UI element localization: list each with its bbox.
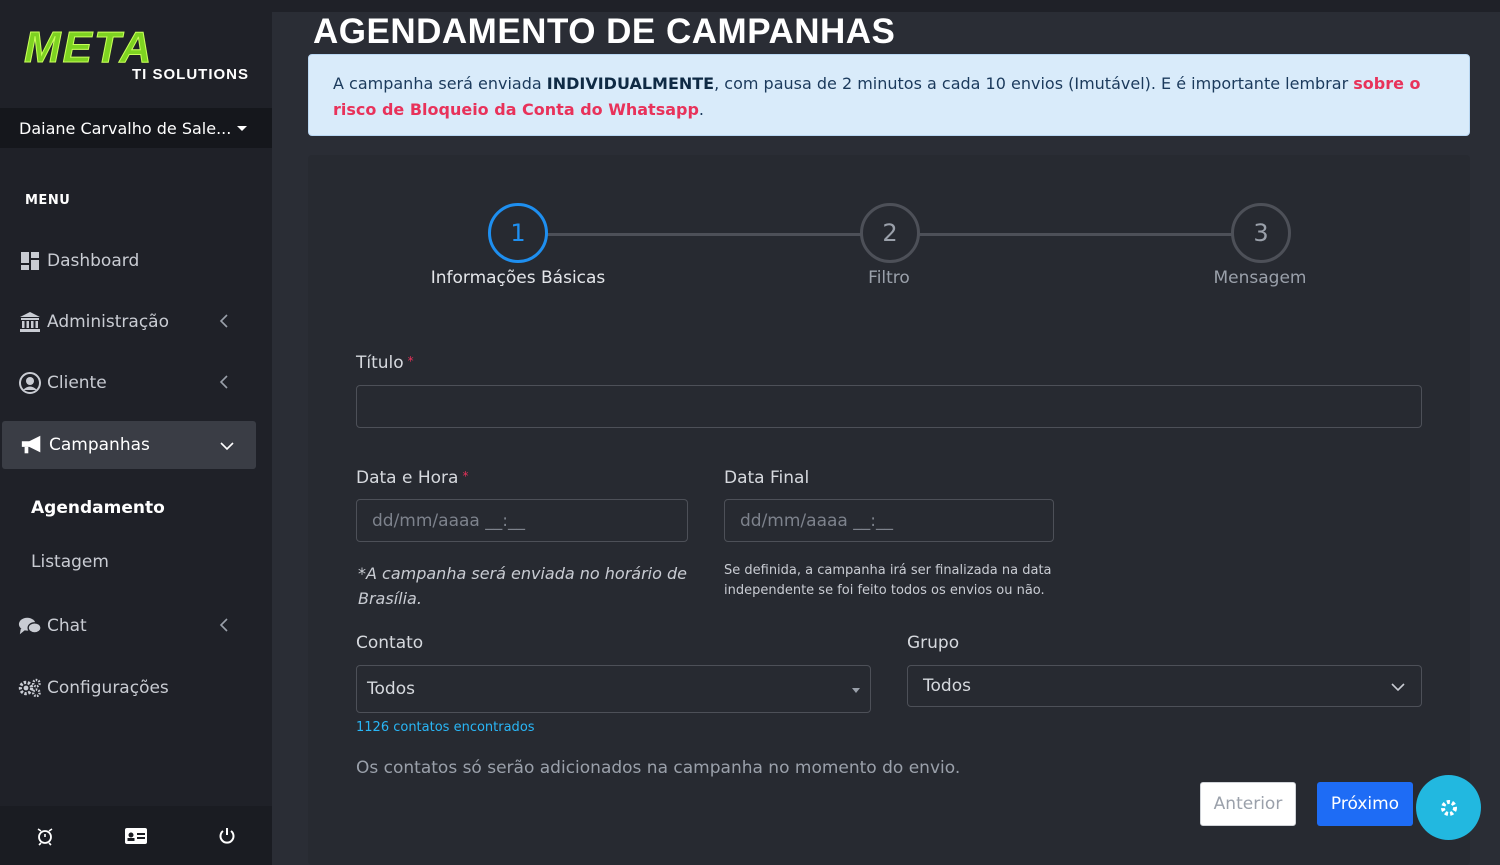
gears-icon	[18, 676, 42, 700]
chevron-left-icon	[219, 314, 228, 328]
brand-logo[interactable]: META TI SOLUTIONS	[20, 23, 255, 98]
top-strip	[272, 0, 1500, 12]
bank-icon	[18, 310, 42, 334]
page-title: AGENDAMENTO DE CAMPANHAS	[313, 12, 896, 51]
alert-text: .	[698, 100, 705, 119]
sidebar-item-label: Campanhas	[49, 435, 150, 455]
sidebar-item-campanhas[interactable]: Campanhas	[2, 421, 256, 469]
data-final-hint: Se definida, a campanha irá ser finaliza…	[724, 563, 1052, 598]
step-connector	[918, 233, 1232, 236]
data-final-label: Data Final	[724, 468, 810, 488]
chevron-left-icon	[219, 375, 228, 389]
power-icon[interactable]	[212, 821, 242, 851]
caret-down-icon	[852, 688, 860, 693]
dashboard-icon	[18, 249, 42, 273]
sidebar-item-chat[interactable]: Chat	[0, 602, 254, 650]
sidebar-item-label: Dashboard	[47, 251, 140, 271]
grupo-label: Grupo	[907, 633, 960, 653]
required-marker: *	[407, 354, 414, 368]
chevron-down-icon	[220, 442, 234, 451]
caret-down-icon	[237, 125, 248, 131]
step-2-label: Filtro	[868, 268, 910, 288]
chat-icon	[18, 614, 42, 638]
data-hora-note: *A campanha será enviada no horário de B…	[358, 564, 687, 608]
alert-text: , com pausa de 2 minutos a cada 10 envio…	[714, 74, 1354, 93]
warning-alert: A campanha será enviada INDIVIDUALMENTE,…	[308, 54, 1470, 136]
data-hora-label-text: Data e Hora	[356, 468, 459, 488]
grupo-select-value: Todos	[923, 676, 971, 696]
megaphone-icon	[20, 433, 44, 457]
brand-tagline: TI SOLUTIONS	[132, 66, 249, 83]
step-connector	[546, 233, 862, 236]
gear-icon	[1440, 799, 1457, 816]
brand-name: META	[23, 23, 154, 72]
chevron-down-icon	[1391, 683, 1405, 692]
user-circle-icon	[18, 371, 42, 395]
alarm-icon[interactable]	[30, 821, 60, 851]
sidebar-item-configuracoes[interactable]: Configurações	[0, 664, 254, 712]
step-3-label: Mensagem	[1213, 268, 1307, 288]
step-2-circle[interactable]: 2	[860, 203, 920, 263]
user-dropdown[interactable]: Daiane Carvalho de Sale...	[0, 108, 272, 148]
proximo-button[interactable]: Próximo	[1317, 782, 1413, 826]
contato-select-value: Todos	[367, 679, 415, 699]
sidebar-item-dashboard[interactable]: Dashboard	[0, 237, 254, 285]
contato-select[interactable]: Todos	[356, 665, 871, 713]
sidebar-item-label: Administração	[47, 312, 169, 332]
required-marker: *	[462, 469, 469, 483]
alert-bold-text: INDIVIDUALMENTE	[546, 74, 715, 93]
sidebar-item-label: Chat	[47, 616, 87, 636]
chevron-left-icon	[219, 618, 228, 632]
grupo-select[interactable]: Todos	[907, 665, 1422, 707]
contatos-count: 1126 contatos encontrados	[356, 720, 535, 735]
settings-fab-button[interactable]	[1416, 775, 1481, 840]
anterior-button[interactable]: Anterior	[1200, 782, 1296, 826]
alert-text: A campanha será enviada	[333, 74, 547, 93]
sidebar-item-label: Cliente	[47, 373, 107, 393]
step-1-label: Informações Básicas	[430, 268, 606, 288]
sidebar-item-label: Configurações	[47, 678, 169, 698]
data-hora-label: Data e Hora *	[356, 468, 468, 488]
titulo-input[interactable]	[356, 385, 1422, 428]
data-final-input[interactable]: dd/mm/aaaa __:__	[724, 499, 1054, 542]
step-3-circle[interactable]: 3	[1231, 203, 1291, 263]
titulo-label: Título *	[356, 353, 414, 373]
sidebar-subitem-listagem[interactable]: Listagem	[31, 552, 109, 572]
sidebar: META TI SOLUTIONS Daiane Carvalho de Sal…	[0, 0, 272, 865]
menu-title: MENU	[25, 193, 71, 208]
titulo-label-text: Título	[356, 353, 404, 373]
sidebar-item-administracao[interactable]: Administração	[0, 298, 254, 346]
sidebar-item-cliente[interactable]: Cliente	[0, 359, 254, 407]
contato-label: Contato	[356, 633, 424, 653]
id-card-icon[interactable]	[121, 821, 151, 851]
contatos-info-text: Os contatos só serão adicionados na camp…	[356, 758, 961, 778]
data-hora-input[interactable]: dd/mm/aaaa __:__	[356, 499, 688, 542]
sidebar-footer	[0, 806, 272, 865]
sidebar-subitem-agendamento[interactable]: Agendamento	[31, 498, 165, 518]
step-1-circle[interactable]: 1	[488, 203, 548, 263]
user-name: Daiane Carvalho de Sale...	[19, 118, 232, 138]
